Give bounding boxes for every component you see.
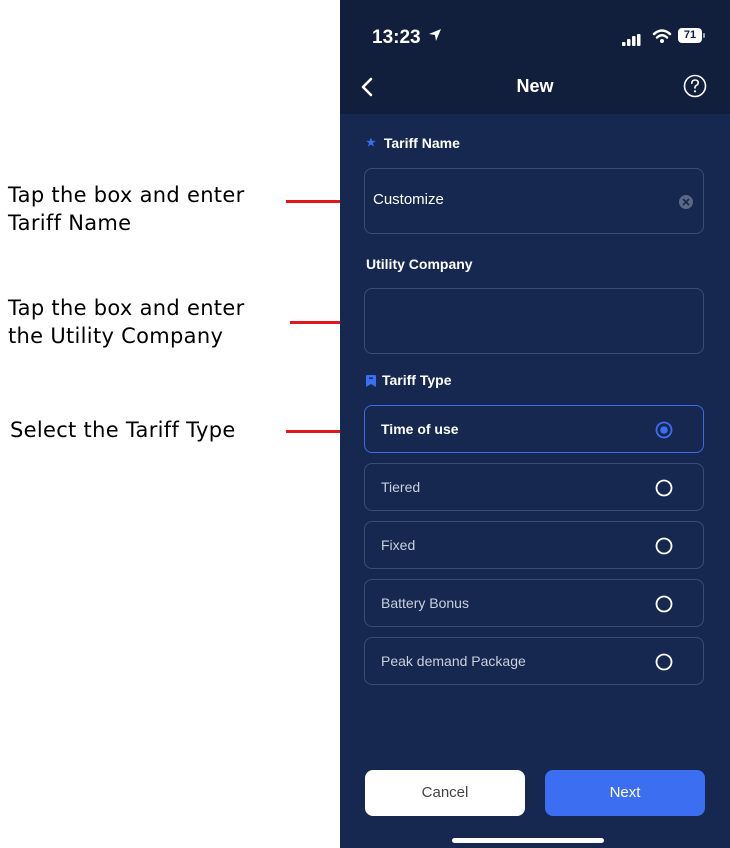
radio-unselected-icon[interactable] — [655, 537, 673, 560]
annotation-line-1: Select the Tariff Type — [10, 418, 236, 442]
status-time: 13:23 — [372, 27, 421, 48]
required-star-icon: ★ — [366, 137, 376, 149]
annotation-tariff-name: Tap the box and enter Tariff Name — [8, 181, 245, 237]
option-label: Tiered — [381, 479, 421, 495]
cancel-button[interactable]: Cancel — [365, 770, 525, 816]
location-arrow-icon — [428, 28, 442, 47]
radio-unselected-icon[interactable] — [655, 479, 673, 502]
home-indicator[interactable] — [452, 838, 604, 843]
tariff-type-option-fixed[interactable]: Fixed — [364, 521, 704, 569]
radio-selected-icon[interactable] — [655, 421, 673, 444]
annotation-line-2: Tariff Name — [8, 211, 132, 235]
annotation-utility-company: Tap the box and enter the Utility Compan… — [8, 294, 245, 350]
annotation-line-1: Tap the box and enter — [8, 183, 245, 207]
annotation-line-2: the Utility Company — [8, 324, 224, 348]
tariff-type-label: Tariff Type — [366, 372, 452, 390]
bookmark-icon — [366, 374, 376, 390]
tariff-type-option-time-of-use[interactable]: Time of use — [364, 405, 704, 453]
wifi-icon — [652, 28, 672, 49]
option-label: Fixed — [381, 537, 416, 553]
tariff-name-label: ★ Tariff Name — [366, 135, 460, 151]
clear-icon[interactable] — [679, 195, 693, 214]
radio-unselected-icon[interactable] — [655, 653, 673, 676]
tariff-name-value: Customize — [373, 191, 444, 208]
radio-unselected-icon[interactable] — [655, 595, 673, 618]
page-title: New — [516, 76, 554, 96]
utility-company-label: Utility Company — [366, 256, 473, 272]
annotation-line-1: Tap the box and enter — [8, 296, 245, 320]
tariff-type-option-battery-bonus[interactable]: Battery Bonus — [364, 579, 704, 627]
tariff-type-label-text: Tariff Type — [382, 372, 452, 388]
option-label: Time of use — [381, 421, 459, 437]
battery-icon: 71 — [678, 28, 702, 43]
tariff-name-label-text: Tariff Name — [383, 135, 460, 151]
annotation-tariff-type: Select the Tariff Type — [10, 416, 236, 444]
tariff-name-input[interactable]: Customize — [364, 168, 704, 234]
phone-screen: 13:23 71 New ★ Tariff Name Customize Uti… — [340, 0, 730, 848]
help-circle-icon[interactable] — [682, 73, 708, 104]
battery-tip — [703, 33, 705, 38]
tariff-type-option-peak-demand-package[interactable]: Peak demand Package — [364, 637, 704, 685]
option-label: Battery Bonus — [381, 595, 469, 611]
option-label: Peak demand Package — [381, 653, 526, 669]
utility-company-input[interactable] — [364, 288, 704, 354]
tariff-type-option-tiered[interactable]: Tiered — [364, 463, 704, 511]
next-button[interactable]: Next — [545, 770, 705, 816]
signal-icon — [622, 33, 642, 51]
